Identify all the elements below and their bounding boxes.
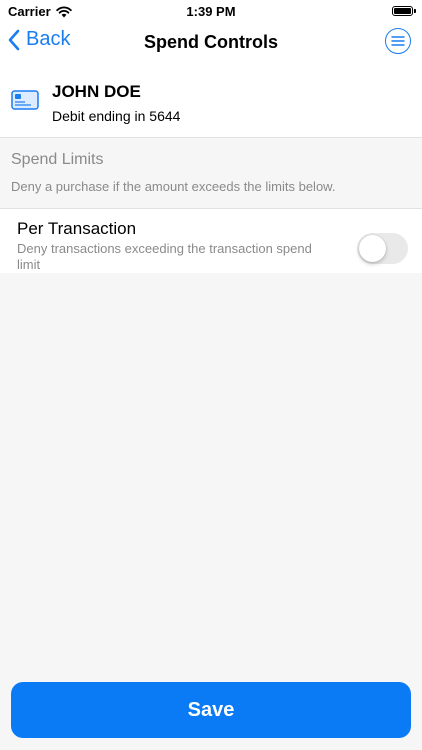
card-summary: JOHN DOE Debit ending in 5644 bbox=[0, 64, 422, 138]
per-transaction-title: Per Transaction bbox=[17, 219, 137, 238]
spend-limits-header: Spend Limits Deny a purchase if the amou… bbox=[0, 138, 422, 209]
menu-icon bbox=[391, 36, 405, 46]
per-transaction-toggle[interactable] bbox=[357, 233, 408, 264]
per-transaction-description: Deny transactions exceeding the transact… bbox=[17, 241, 312, 272]
navigation-bar: Back Spend Controls bbox=[0, 22, 422, 64]
page-title: Spend Controls bbox=[144, 32, 278, 52]
menu-button[interactable] bbox=[385, 28, 411, 54]
status-bar: Carrier 1:39 PM bbox=[0, 0, 422, 22]
card-description: Debit ending in 5644 bbox=[52, 108, 181, 124]
cardholder-name: JOHN DOE bbox=[52, 82, 141, 101]
section-description: Deny a purchase if the amount exceeds th… bbox=[11, 179, 336, 194]
status-time: 1:39 PM bbox=[186, 4, 236, 19]
toggle-knob bbox=[359, 235, 386, 262]
credit-card-icon bbox=[11, 90, 39, 110]
save-button[interactable]: Save bbox=[11, 682, 411, 738]
per-transaction-row: Per Transaction Deny transactions exceed… bbox=[0, 209, 422, 273]
battery-icon bbox=[392, 6, 416, 16]
battery-level bbox=[394, 8, 411, 14]
section-title: Spend Limits bbox=[11, 151, 104, 168]
